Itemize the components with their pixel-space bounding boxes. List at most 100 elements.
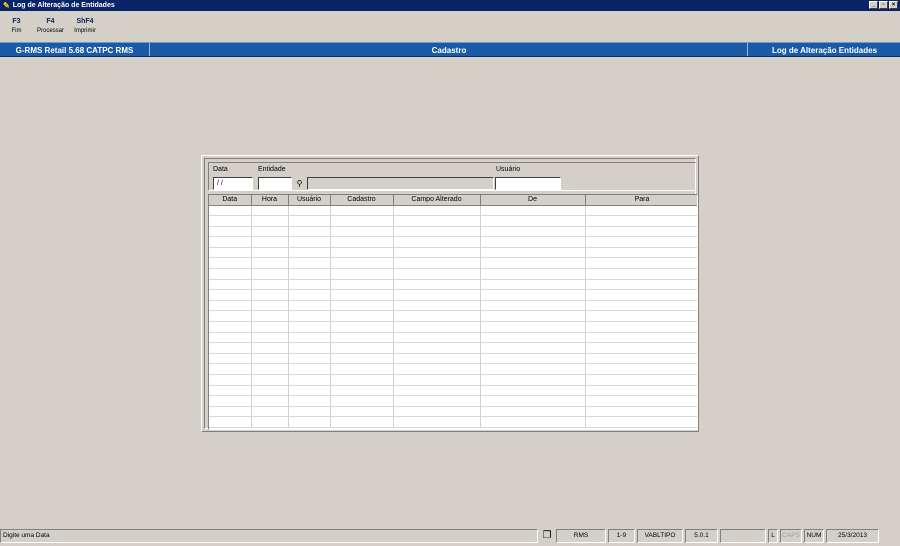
table-cell[interactable] [330, 205, 394, 217]
table-cell[interactable] [585, 385, 697, 397]
usuario-input[interactable] [495, 177, 561, 190]
table-cell[interactable] [480, 215, 586, 227]
table-cell[interactable] [330, 385, 394, 397]
table-cell[interactable] [209, 374, 252, 386]
table-cell[interactable] [288, 395, 331, 407]
table-cell[interactable] [330, 226, 394, 238]
table-cell[interactable] [251, 226, 289, 238]
table-cell[interactable] [393, 247, 481, 259]
table-cell[interactable] [480, 257, 586, 270]
table-cell[interactable] [251, 353, 289, 365]
table-cell[interactable] [209, 247, 252, 259]
table-cell[interactable] [393, 236, 481, 248]
table-cell[interactable] [288, 374, 331, 386]
table-cell[interactable] [251, 332, 289, 344]
table-row[interactable] [209, 342, 697, 354]
table-row[interactable] [209, 236, 697, 248]
table-cell[interactable] [288, 236, 331, 248]
table-cell[interactable] [251, 310, 289, 323]
table-cell[interactable] [480, 353, 586, 365]
table-cell[interactable] [209, 353, 252, 365]
table-row[interactable] [209, 363, 697, 375]
table-cell[interactable] [480, 205, 586, 217]
table-cell[interactable] [330, 300, 394, 312]
table-row[interactable] [209, 257, 697, 270]
table-cell[interactable] [585, 257, 697, 270]
table-cell[interactable] [480, 300, 586, 312]
table-cell[interactable] [585, 353, 697, 365]
table-row[interactable] [209, 385, 697, 397]
col-header-hora[interactable]: Hora [251, 195, 289, 206]
table-cell[interactable] [585, 289, 697, 301]
table-cell[interactable] [393, 279, 481, 291]
table-cell[interactable] [393, 363, 481, 375]
table-cell[interactable] [585, 416, 697, 428]
table-cell[interactable] [585, 406, 697, 418]
table-cell[interactable] [480, 332, 586, 344]
table-cell[interactable] [251, 321, 289, 333]
minimize-button[interactable]: _ [869, 1, 878, 9]
table-cell[interactable] [480, 406, 586, 418]
table-cell[interactable] [209, 332, 252, 344]
log-grid[interactable]: Data Hora Usuário Cadastro Campo Alterad… [208, 194, 698, 430]
table-cell[interactable] [251, 247, 289, 259]
restore-button[interactable]: ▫ [879, 1, 888, 9]
table-cell[interactable] [330, 236, 394, 248]
table-row[interactable] [209, 226, 697, 238]
table-cell[interactable] [330, 257, 394, 270]
table-cell[interactable] [393, 226, 481, 238]
table-cell[interactable] [209, 321, 252, 333]
table-row[interactable] [209, 247, 697, 259]
table-cell[interactable] [288, 205, 331, 217]
table-cell[interactable] [393, 268, 481, 280]
table-cell[interactable] [209, 395, 252, 407]
table-cell[interactable] [393, 342, 481, 354]
table-cell[interactable] [330, 353, 394, 365]
table-cell[interactable] [330, 215, 394, 227]
table-cell[interactable] [288, 416, 331, 428]
table-cell[interactable] [251, 395, 289, 407]
fkey-fim-button[interactable]: F3 Fim [0, 14, 33, 40]
table-cell[interactable] [393, 385, 481, 397]
table-cell[interactable] [330, 247, 394, 259]
table-row[interactable] [209, 395, 697, 407]
table-cell[interactable] [480, 321, 586, 333]
table-cell[interactable] [209, 406, 252, 418]
table-cell[interactable] [288, 247, 331, 259]
table-cell[interactable] [209, 310, 252, 323]
table-cell[interactable] [288, 279, 331, 291]
table-cell[interactable] [288, 289, 331, 301]
table-cell[interactable] [585, 395, 697, 407]
table-cell[interactable] [330, 406, 394, 418]
table-cell[interactable] [209, 236, 252, 248]
table-cell[interactable] [251, 406, 289, 418]
table-cell[interactable] [251, 205, 289, 217]
table-cell[interactable] [585, 363, 697, 375]
table-cell[interactable] [393, 310, 481, 323]
table-cell[interactable] [330, 374, 394, 386]
table-cell[interactable] [251, 215, 289, 227]
col-header-cadastro[interactable]: Cadastro [330, 195, 394, 206]
table-cell[interactable] [251, 363, 289, 375]
table-cell[interactable] [585, 247, 697, 259]
table-cell[interactable] [393, 416, 481, 428]
table-row[interactable] [209, 374, 697, 386]
table-cell[interactable] [209, 268, 252, 280]
table-cell[interactable] [393, 374, 481, 386]
table-cell[interactable] [585, 226, 697, 238]
table-cell[interactable] [480, 236, 586, 248]
table-cell[interactable] [480, 289, 586, 301]
table-cell[interactable] [288, 257, 331, 270]
table-cell[interactable] [288, 353, 331, 365]
table-cell[interactable] [393, 257, 481, 270]
table-row[interactable] [209, 289, 697, 301]
table-cell[interactable] [251, 300, 289, 312]
table-cell[interactable] [393, 395, 481, 407]
table-cell[interactable] [480, 310, 586, 323]
table-row[interactable] [209, 268, 697, 280]
table-row[interactable] [209, 416, 697, 428]
table-cell[interactable] [288, 321, 331, 333]
table-cell[interactable] [251, 374, 289, 386]
table-cell[interactable] [330, 342, 394, 354]
table-cell[interactable] [393, 205, 481, 217]
